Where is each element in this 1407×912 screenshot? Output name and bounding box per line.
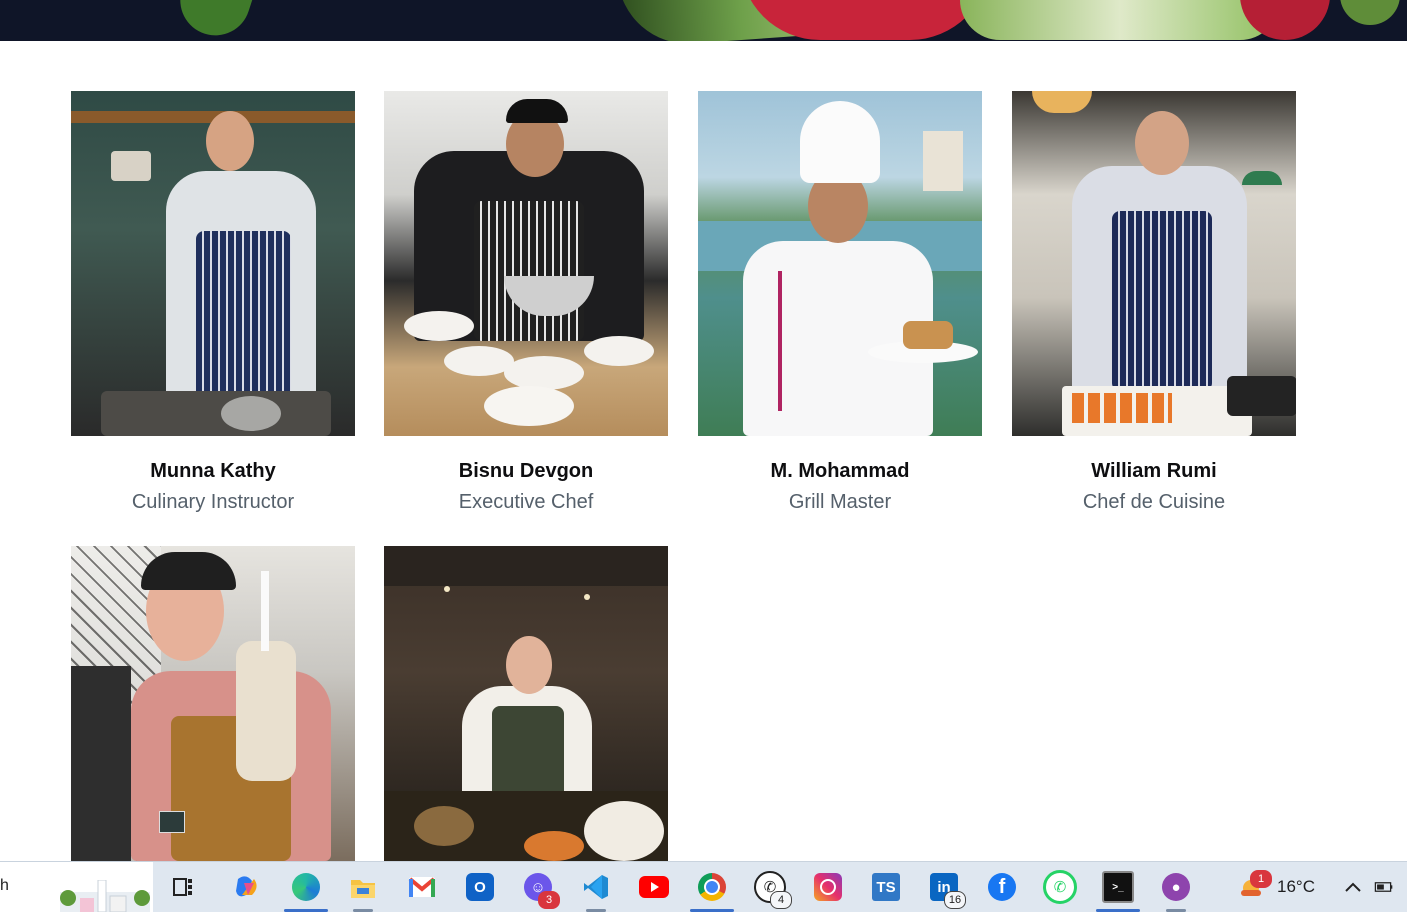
facebook-icon[interactable]: f — [984, 869, 1020, 905]
team-member-role: Culinary Instructor — [131, 491, 295, 513]
team-card-munna-kathy[interactable]: Munna Kathy Culinary Instructor — [71, 91, 355, 514]
weather-temperature[interactable]: 16°C — [1277, 877, 1315, 897]
show-hidden-icons-chevron-icon[interactable] — [1342, 876, 1364, 898]
youtube-icon[interactable] — [636, 869, 672, 905]
whatsapp-icon[interactable]: ✆ 4 — [752, 869, 792, 909]
task-view-icon[interactable] — [165, 869, 201, 905]
chef-photo — [71, 546, 355, 861]
team-card-6[interactable] — [384, 546, 668, 861]
team-member-name: M. Mohammad — [770, 460, 910, 482]
team-member-role: Grill Master — [788, 491, 892, 513]
vscode-icon[interactable] — [578, 869, 614, 912]
weather-icon[interactable]: 1 — [1238, 870, 1272, 898]
search-highlight-illustration-icon — [60, 880, 150, 912]
hero-image-strip — [0, 0, 1407, 41]
search-text: h — [0, 877, 9, 894]
instagram-icon[interactable] — [810, 869, 846, 905]
chef-photo — [384, 546, 668, 861]
whatsapp-notification-badge: 4 — [770, 891, 792, 909]
linkedin-notification-badge: 16 — [944, 891, 966, 909]
taskbar-search-box[interactable]: h — [0, 862, 153, 912]
chef-photo — [698, 91, 982, 436]
chef-photo — [384, 91, 668, 436]
battery-icon[interactable] — [1372, 876, 1394, 898]
team-card-william-rumi[interactable]: William Rumi Chef de Cuisine — [1012, 91, 1296, 514]
discord-icon[interactable]: ☺ 3 — [520, 869, 560, 909]
file-explorer-icon[interactable] — [345, 869, 381, 912]
team-card-bisnu-devgon[interactable]: Bisnu Devgon Executive Chef — [384, 91, 668, 514]
edge-icon[interactable] — [284, 869, 328, 912]
gmail-icon[interactable] — [404, 869, 440, 905]
weather-alert-badge: 1 — [1250, 870, 1272, 888]
terminal-icon[interactable]: >_ — [1096, 869, 1140, 912]
windows-taskbar: h O ☺ 3 ✆ 4 TS in 16 f ✆ >_ ● 1 16°C — [0, 861, 1407, 912]
team-member-role: Chef de Cuisine — [1082, 491, 1226, 513]
chrome-icon[interactable] — [690, 869, 734, 912]
outlook-icon[interactable]: O — [462, 869, 498, 905]
chef-photo — [1012, 91, 1296, 436]
whatsapp-web-icon[interactable]: ✆ — [1042, 869, 1078, 905]
team-card-m-mohammad[interactable]: M. Mohammad Grill Master — [698, 91, 982, 514]
github-icon[interactable]: ● — [1158, 869, 1194, 912]
discord-notification-badge: 3 — [538, 891, 560, 909]
typescript-icon[interactable]: TS — [868, 869, 904, 905]
chef-photo — [71, 91, 355, 436]
team-member-name: Munna Kathy — [150, 460, 276, 482]
team-member-name: William Rumi — [1091, 460, 1217, 482]
team-card-5[interactable] — [71, 546, 355, 861]
team-member-name: Bisnu Devgon — [458, 460, 594, 482]
copilot-icon[interactable] — [228, 869, 264, 905]
team-member-role: Executive Chef — [458, 491, 594, 513]
linkedin-icon[interactable]: in 16 — [926, 869, 966, 909]
